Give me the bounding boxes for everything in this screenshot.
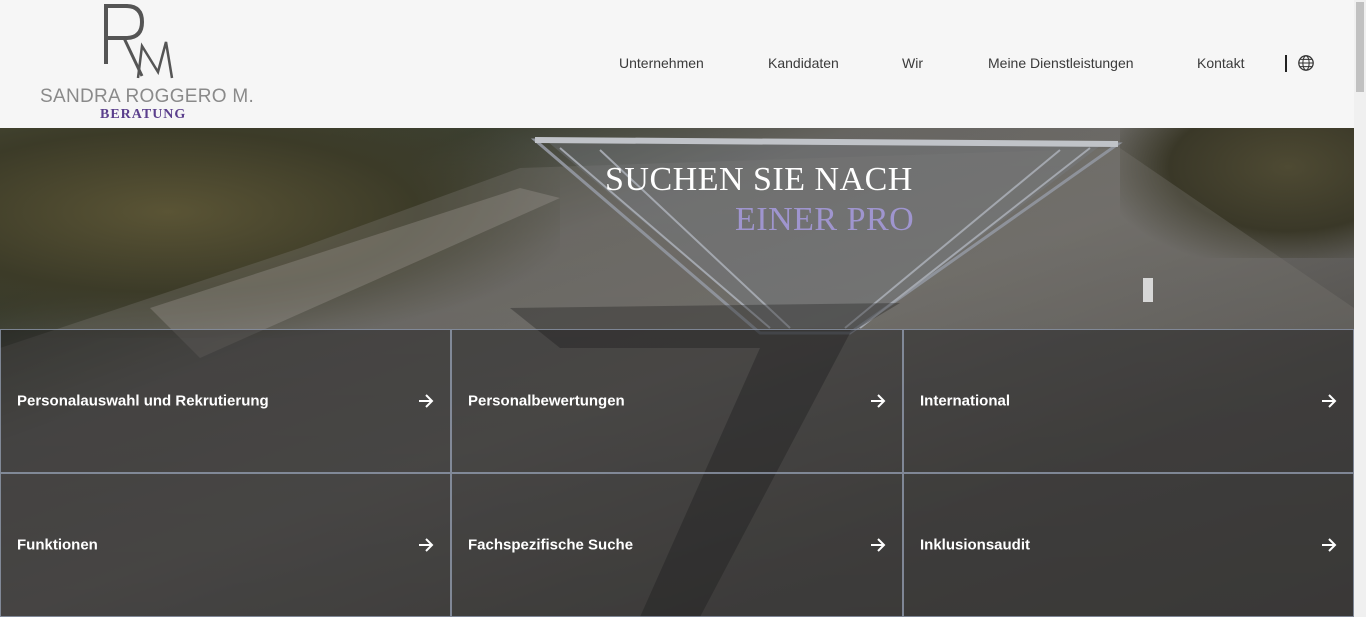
scrollbar-thumb[interactable] — [1356, 2, 1364, 92]
site-header: SANDRA ROGGERO M. BERATUNG Unternehmen K… — [0, 0, 1354, 128]
globe-icon[interactable] — [1297, 54, 1315, 72]
nav-kandidaten[interactable]: Kandidaten — [768, 55, 839, 71]
logo-name: SANDRA ROGGERO M. — [40, 86, 255, 107]
tile-label: International — [920, 392, 1011, 410]
service-tiles: Personalauswahl und Rekrutierung Persona… — [0, 329, 1354, 617]
tile-fachspezifische-suche[interactable]: Fachspezifische Suche — [451, 473, 903, 617]
tile-inklusionsaudit[interactable]: Inklusionsaudit — [903, 473, 1354, 617]
nav-unternehmen[interactable]: Unternehmen — [619, 55, 704, 71]
tile-personalauswahl[interactable]: Personalauswahl und Rekrutierung — [0, 329, 451, 473]
tile-label: Inklusionsaudit — [920, 536, 1031, 554]
nav-wir[interactable]: Wir — [902, 55, 923, 71]
nav-divider — [1285, 55, 1287, 72]
tile-international[interactable]: International — [903, 329, 1354, 473]
hero-banner: SUCHEN SIE NACH EINER PRO Personalauswah… — [0, 128, 1354, 617]
arrow-right-icon — [1322, 538, 1337, 552]
nav-kontakt[interactable]: Kontakt — [1197, 55, 1244, 71]
page-scrollbar[interactable] — [1354, 0, 1366, 617]
tile-funktionen[interactable]: Funktionen — [0, 473, 451, 617]
tile-label: Fachspezifische Suche — [468, 536, 634, 554]
logo[interactable]: SANDRA ROGGERO M. BERATUNG — [38, 0, 254, 128]
tile-personalbewertungen[interactable]: Personalbewertungen — [451, 329, 903, 473]
logo-subtitle: BERATUNG — [100, 107, 187, 122]
hero-subtitle: EINER PRO — [735, 201, 915, 238]
tile-label: Personalbewertungen — [468, 392, 625, 410]
arrow-right-icon — [419, 394, 434, 408]
arrow-right-icon — [871, 394, 886, 408]
tile-label: Funktionen — [17, 536, 98, 554]
arrow-right-icon — [419, 538, 434, 552]
logo-monogram — [104, 4, 174, 79]
arrow-right-icon — [1322, 394, 1337, 408]
nav-dienstleistungen[interactable]: Meine Dienstleistungen — [988, 55, 1134, 71]
tile-label: Personalauswahl und Rekrutierung — [17, 392, 269, 410]
arrow-right-icon — [871, 538, 886, 552]
hero-title: SUCHEN SIE NACH — [605, 161, 913, 198]
